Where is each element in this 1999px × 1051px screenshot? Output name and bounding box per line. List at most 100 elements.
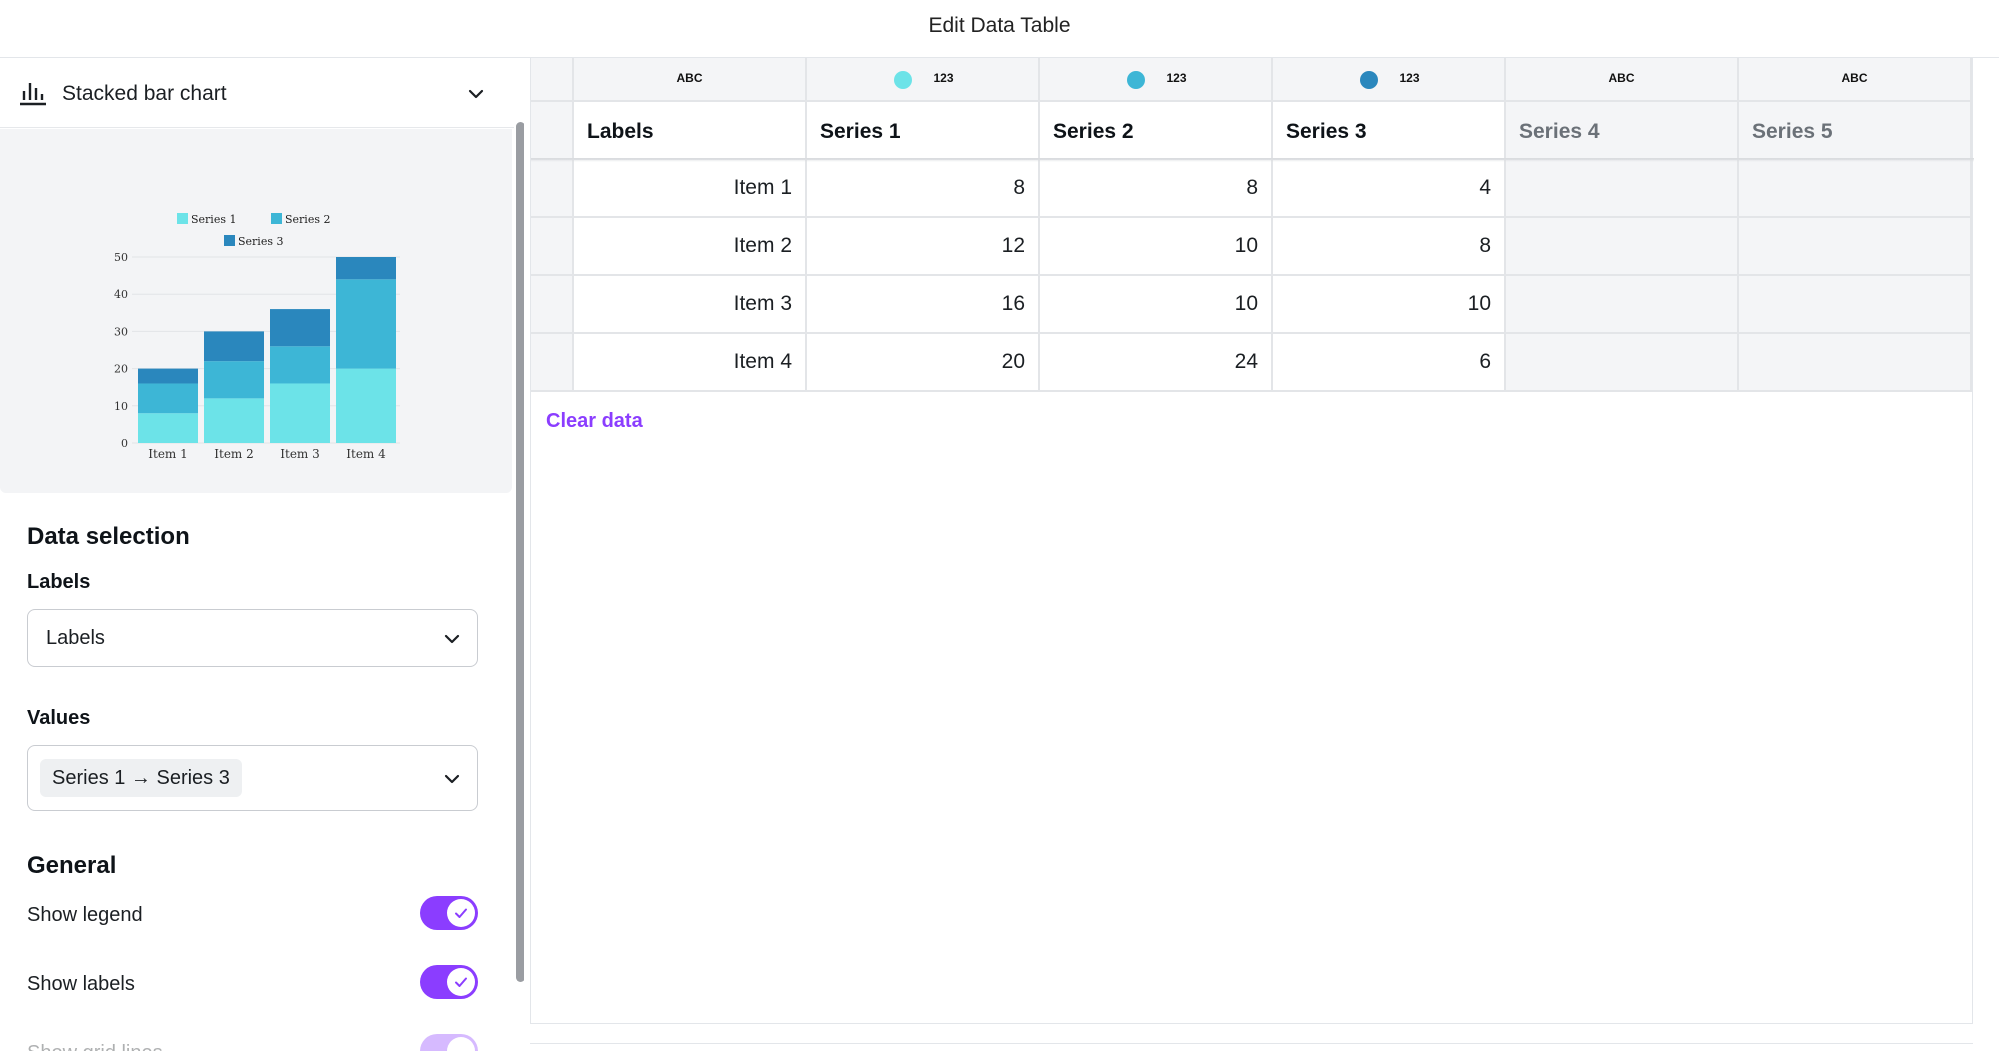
table-cell[interactable] [1506,334,1739,392]
table-cell[interactable] [1739,160,1972,218]
column-header-cell[interactable]: Series 5 [1739,102,1972,160]
y-tick-label: 30 [114,325,128,338]
row-handle[interactable] [531,58,574,102]
table-cell[interactable]: 4 [1273,160,1506,218]
labels-select[interactable]: Labels [27,609,478,667]
table-cell[interactable]: 10 [1040,218,1273,276]
bar-segment [336,257,396,280]
show-legend-toggle[interactable] [420,896,478,930]
bar-segment [270,383,330,443]
show-labels-label: Show labels [27,973,135,995]
column-type-cell[interactable]: ABC [1506,58,1739,102]
data-selection-title: Data selection [27,523,190,550]
y-tick-label: 10 [114,400,128,413]
column-type-label: 123 [1166,71,1187,85]
column-header-cell[interactable]: Labels [574,102,807,160]
cell-value: 10 [1467,292,1491,315]
cell-value: 16 [1001,292,1025,315]
table-cell[interactable] [1506,218,1739,276]
data-table-area: ABC 123 123 123 ABC ABC Labels Series 1 Series 2… [530,58,1974,1024]
column-type-label: ABC [676,71,703,85]
table-cell[interactable]: Item 4 [574,334,807,392]
table-cell[interactable]: 8 [1273,218,1506,276]
labels-select-value: Labels [46,627,105,649]
values-range-chip[interactable]: Series 1 → Series 3 [40,759,242,797]
table-cell[interactable]: Item 1 [574,160,807,218]
table-cell[interactable]: 20 [807,334,1040,392]
table-cell[interactable]: 8 [1040,160,1273,218]
legend-swatch [177,213,188,224]
row-handle[interactable] [531,218,574,276]
column-header-cell[interactable]: Series 2 [1040,102,1273,160]
table-cell[interactable]: Item 2 [574,218,807,276]
x-tick-label: Item 4 [346,447,386,461]
cell-value: 8 [1013,176,1025,199]
column-type-cell[interactable]: 123 [807,58,1040,102]
legend-swatch [224,235,235,246]
table-cell[interactable] [1739,218,1972,276]
table-horizontal-scroll[interactable] [530,1043,1973,1051]
bar-segment [138,368,198,384]
column-type-cell[interactable]: ABC [1739,58,1972,102]
column-type-label: 123 [933,71,954,85]
y-tick-label: 40 [114,288,128,301]
column-type-label: ABC [1608,71,1635,85]
header-divider [531,158,1974,162]
cell-value: 10 [1234,292,1258,315]
labels-field-label: Labels [27,571,91,593]
legend-label: Series 3 [238,235,283,248]
column-header-text: Series 3 [1286,120,1367,143]
column-header-text: Series 5 [1752,120,1833,143]
column-type-cell[interactable]: ABC [574,58,807,102]
show-legend-row: Show legend [27,896,478,936]
table-cell[interactable]: 10 [1040,276,1273,334]
table-cell[interactable]: 24 [1040,334,1273,392]
table-cell[interactable]: 16 [807,276,1040,334]
bar-segment [138,413,198,443]
table-cell[interactable]: 10 [1273,276,1506,334]
cell-value: 8 [1246,176,1258,199]
table-cell[interactable] [1739,334,1972,392]
row-handle[interactable] [531,160,574,218]
legend-swatch [271,213,282,224]
values-select[interactable]: Series 1 → Series 3 [27,745,478,811]
table-cell[interactable] [1506,276,1739,334]
column-header-cell[interactable]: Series 4 [1506,102,1739,160]
chevron-down-icon [444,774,460,784]
table-cell[interactable]: 12 [807,218,1040,276]
panel-scrollbar[interactable] [516,122,524,982]
cell-value: 6 [1479,350,1491,373]
row-handle[interactable] [531,334,574,392]
table-cell[interactable]: 6 [1273,334,1506,392]
bar-segment [336,279,396,369]
table-cell[interactable]: 8 [807,160,1040,218]
bar-segment [204,361,264,399]
table-cell[interactable]: Item 3 [574,276,807,334]
row-handle[interactable] [531,102,574,160]
cell-value: 10 [1234,234,1258,257]
show-labels-toggle[interactable] [420,965,478,999]
legend-label: Series 1 [191,213,236,226]
column-header-text: Labels [587,120,654,143]
table-cell[interactable] [1739,276,1972,334]
column-type-label: 123 [1399,71,1420,85]
chart-type-selector[interactable]: Stacked bar chart [0,58,514,128]
bar-segment [204,398,264,443]
y-tick-label: 50 [114,251,128,264]
row-handle[interactable] [531,276,574,334]
check-icon [455,977,467,987]
x-tick-label: Item 1 [148,447,188,461]
x-tick-label: Item 2 [214,447,254,461]
table-cell[interactable] [1506,160,1739,218]
column-header-cell[interactable]: Series 3 [1273,102,1506,160]
check-icon [455,908,467,918]
legend-label: Series 2 [285,213,330,226]
clear-data-button[interactable]: Clear data [546,410,643,433]
bar-segment [336,368,396,443]
column-type-cell[interactable]: 123 [1273,58,1506,102]
column-header-cell[interactable]: Series 1 [807,102,1040,160]
cell-value: 8 [1479,234,1491,257]
show-grid-lines-toggle[interactable] [420,1034,478,1051]
cell-value: Item 4 [733,350,792,373]
column-type-cell[interactable]: 123 [1040,58,1273,102]
